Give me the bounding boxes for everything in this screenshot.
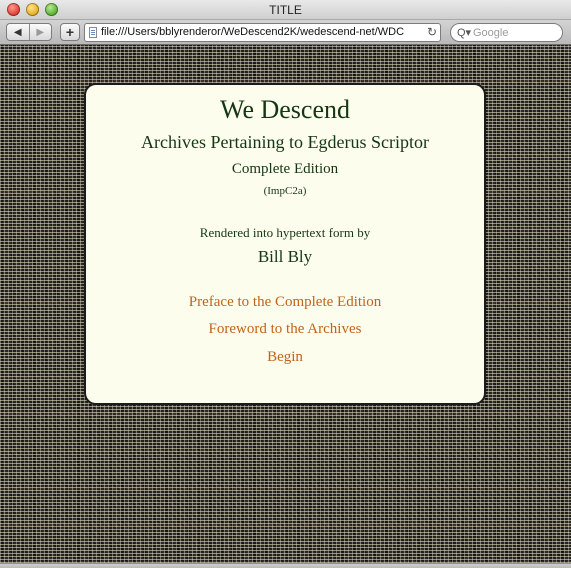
back-button[interactable]: ◀ xyxy=(7,24,29,40)
edition-label: Complete Edition xyxy=(231,161,339,177)
search-icon[interactable]: Q▾ xyxy=(457,26,471,39)
title-panel: We Descend Archives Pertaining to Egderu… xyxy=(84,83,486,405)
reload-icon[interactable]: ↻ xyxy=(427,25,437,39)
page-title: We Descend xyxy=(219,95,350,124)
status-bar xyxy=(0,563,571,568)
foreword-link[interactable]: Foreword to the Archives xyxy=(86,321,484,338)
title-bar: TITLE xyxy=(0,0,571,20)
address-bar[interactable]: file:///Users/bblyrenderor/WeDescend2K/w… xyxy=(84,23,441,42)
search-field[interactable]: Q▾ xyxy=(450,23,563,42)
search-input[interactable] xyxy=(473,25,558,40)
page-subtitle: Archives Pertaining to Egderus Scriptor xyxy=(141,132,429,152)
add-bookmark-button[interactable]: + xyxy=(60,23,80,41)
back-forward-group: ◀ ▶ xyxy=(6,23,52,41)
page-viewport: We Descend Archives Pertaining to Egderu… xyxy=(0,45,571,563)
edition-code: (ImpC2a) xyxy=(263,185,307,197)
rendered-by-text: Rendered into hypertext form by xyxy=(199,225,371,240)
begin-link[interactable]: Begin xyxy=(86,349,484,366)
url-text[interactable]: file:///Users/bblyrenderor/WeDescend2K/w… xyxy=(101,26,422,38)
forward-button[interactable]: ▶ xyxy=(28,24,52,40)
browser-toolbar: ◀ ▶ + file:///Users/bblyrenderor/WeDesce… xyxy=(0,20,571,45)
window-title: TITLE xyxy=(269,3,302,17)
page-icon xyxy=(89,27,97,38)
author-name: Bill Bly xyxy=(257,247,313,266)
preface-link[interactable]: Preface to the Complete Edition xyxy=(86,294,484,311)
